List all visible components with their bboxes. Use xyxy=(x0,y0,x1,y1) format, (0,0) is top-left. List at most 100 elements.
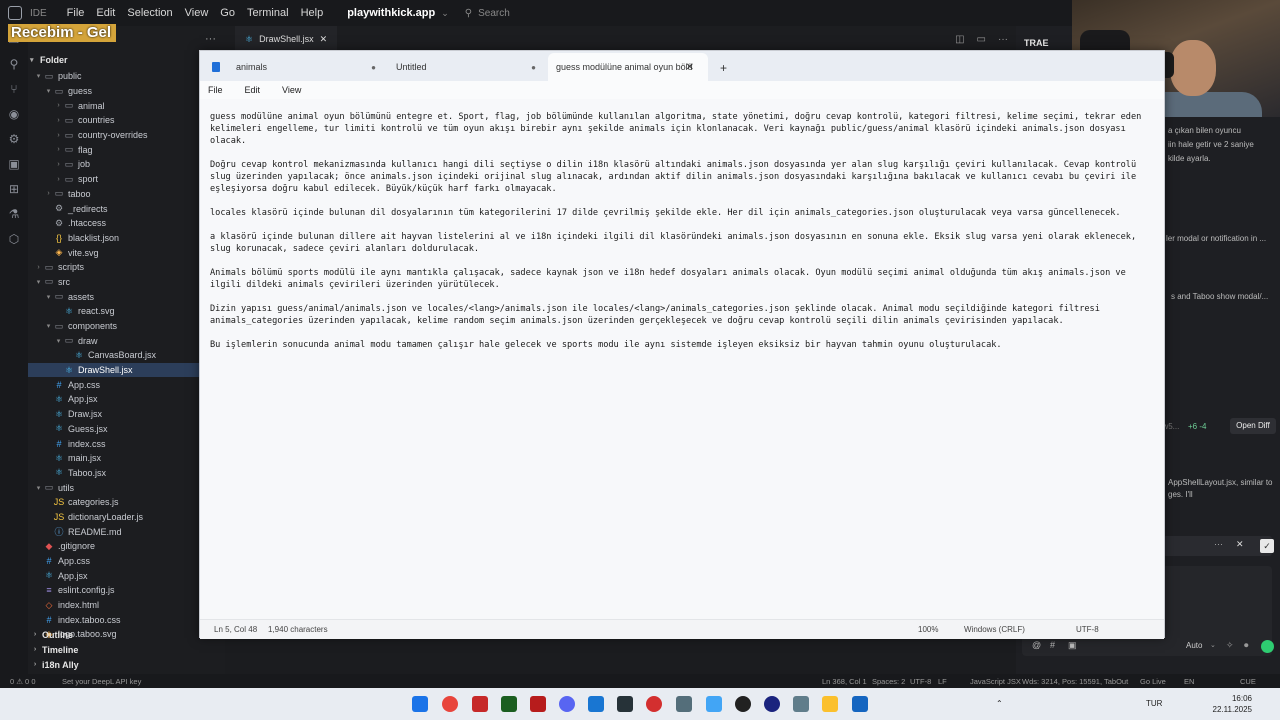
split-editor-icon[interactable]: ◫ xyxy=(955,34,964,45)
testing-icon[interactable]: ⚗ xyxy=(0,201,28,226)
remote-icon[interactable]: ▣ xyxy=(0,151,28,176)
microphone-icon[interactable]: ⏺ xyxy=(1244,640,1249,651)
menu-terminal[interactable]: Terminal xyxy=(241,7,295,19)
i18n-panel-header[interactable]: › i18n Ally xyxy=(28,657,225,672)
tree-folder[interactable]: ▾ ▭ draw xyxy=(28,333,225,348)
outline-panel-header[interactable]: › Outline xyxy=(28,627,225,642)
mail-icon[interactable] xyxy=(706,696,722,712)
tree-folder[interactable]: › ▭ taboo xyxy=(28,187,225,202)
tree-file[interactable]: {} blacklist.json xyxy=(28,231,225,246)
notepad-tab-untitled[interactable]: Untitled ● xyxy=(388,53,548,81)
menu-file[interactable]: File xyxy=(61,7,91,19)
vscode-icon[interactable] xyxy=(588,696,604,712)
vivaldi-icon[interactable] xyxy=(472,696,488,712)
problems-count[interactable]: 0 ⚠ 0 0 xyxy=(10,677,36,686)
workspace-folder-header[interactable]: ▾ Folder xyxy=(28,51,225,69)
settings-icon[interactable]: ⚙ xyxy=(0,126,28,151)
obs-icon[interactable] xyxy=(735,696,751,712)
model-select[interactable]: Auto xyxy=(1186,641,1202,650)
tree-file[interactable]: # index.taboo.css xyxy=(28,612,225,627)
tree-file[interactable]: JS dictionaryLoader.js xyxy=(28,510,225,525)
layout-icon[interactable]: ▭ xyxy=(977,34,986,45)
tree-folder[interactable]: ▾ ▭ components xyxy=(28,319,225,334)
notepad-menu-file[interactable]: File xyxy=(208,85,223,95)
record-icon[interactable] xyxy=(646,696,662,712)
menu-selection[interactable]: Selection xyxy=(121,7,178,19)
notepad-menu-view[interactable]: View xyxy=(282,85,301,95)
mention-icon[interactable]: @ xyxy=(1032,640,1041,650)
debug-icon[interactable]: ◉ xyxy=(0,101,28,126)
editor-tab-drawshell[interactable]: ⚛ DrawShell.jsx ✕ xyxy=(235,26,338,52)
command-search[interactable]: ⚲ Search xyxy=(465,8,510,19)
tree-folder[interactable]: › ▭ job xyxy=(28,157,225,172)
tree-folder[interactable]: ▾ ▭ src xyxy=(28,275,225,290)
notepad-icon[interactable] xyxy=(852,696,868,712)
tree-folder[interactable]: ▾ ▭ assets xyxy=(28,289,225,304)
cursor-position[interactable]: Ln 368, Col 1 xyxy=(822,677,867,686)
tree-file[interactable]: ⚛ DrawShell.jsx xyxy=(28,362,225,378)
line-ending[interactable]: Windows (CRLF) xyxy=(964,625,1025,634)
tree-file[interactable]: ⚛ react.svg xyxy=(28,304,225,319)
steam-icon[interactable] xyxy=(764,696,780,712)
language-indicator[interactable]: EN xyxy=(1184,677,1194,686)
sparkle-icon[interactable]: ✧ xyxy=(1226,640,1234,651)
language-mode[interactable]: JavaScript JSX xyxy=(970,677,1021,686)
tree-file[interactable]: ⚛ CanvasBoard.jsx xyxy=(28,348,225,363)
hash-icon[interactable]: # xyxy=(1050,640,1055,650)
tree-folder[interactable]: › ▭ animal xyxy=(28,98,225,113)
tree-file[interactable]: ≡ eslint.config.js xyxy=(28,583,225,598)
tree-file[interactable]: # App.css xyxy=(28,377,225,392)
notepad-tab-animals[interactable]: animals ● xyxy=(200,53,388,81)
zoom-level[interactable]: 100% xyxy=(918,625,938,634)
line-ending[interactable]: LF xyxy=(938,677,947,686)
file-explorer-icon[interactable] xyxy=(822,696,838,712)
filezilla-icon[interactable] xyxy=(530,696,546,712)
tree-file[interactable]: ⚛ Taboo.jsx xyxy=(28,466,225,481)
tree-folder[interactable]: › ▭ flag xyxy=(28,142,225,157)
close-icon[interactable]: ✕ xyxy=(1236,539,1244,550)
tree-file[interactable]: ⚛ App.jsx xyxy=(28,392,225,407)
tree-file[interactable]: ⚛ main.jsx xyxy=(28,451,225,466)
docker-icon[interactable]: ⬡ xyxy=(0,226,28,251)
go-live-button[interactable]: Go Live xyxy=(1140,677,1166,686)
chevron-down-icon[interactable]: ⌄ xyxy=(441,8,449,19)
tree-file[interactable]: ◇ index.html xyxy=(28,598,225,613)
more-icon[interactable]: ··· xyxy=(205,33,235,45)
app-icon[interactable] xyxy=(793,696,809,712)
notepad-text-area[interactable]: guess modülüne animal oyun bölümünü ente… xyxy=(210,111,1160,363)
menu-help[interactable]: Help xyxy=(295,7,330,19)
open-diff-button[interactable]: Open Diff xyxy=(1230,418,1276,434)
terminal-icon[interactable] xyxy=(501,696,517,712)
encoding[interactable]: UTF-8 xyxy=(1076,625,1099,634)
discord-icon[interactable] xyxy=(559,696,575,712)
timeline-panel-header[interactable]: › Timeline xyxy=(28,642,225,657)
menu-edit[interactable]: Edit xyxy=(90,7,121,19)
tree-folder[interactable]: ▾ ▭ guess xyxy=(28,84,225,99)
accept-button[interactable]: ✓ xyxy=(1260,539,1274,553)
tree-folder[interactable]: › ▭ scripts xyxy=(28,260,225,275)
tree-file[interactable]: ⚛ Guess.jsx xyxy=(28,422,225,437)
unity-icon[interactable] xyxy=(617,696,633,712)
tree-folder[interactable]: › ▭ countries xyxy=(28,113,225,128)
tree-folder[interactable]: ▾ ▭ public xyxy=(28,69,225,84)
more-icon[interactable]: ··· xyxy=(1214,539,1223,549)
windows-start-icon[interactable] xyxy=(412,696,428,712)
cue-indicator[interactable]: CUE xyxy=(1240,677,1256,686)
extensions-icon[interactable]: ⊞ xyxy=(0,176,28,201)
encoding[interactable]: UTF-8 xyxy=(910,677,931,686)
tree-file[interactable]: ⚙ _redirects xyxy=(28,201,225,216)
search-icon[interactable]: ⚲ xyxy=(0,51,28,76)
send-button[interactable] xyxy=(1261,640,1274,653)
app-icon[interactable] xyxy=(676,696,692,712)
tree-file[interactable]: ⚛ App.jsx xyxy=(28,568,225,583)
tree-folder[interactable]: › ▭ country-overrides xyxy=(28,128,225,143)
tree-file[interactable]: ⚛ Draw.jsx xyxy=(28,407,225,422)
chrome-icon[interactable] xyxy=(442,696,458,712)
system-clock[interactable]: 16:06 22.11.2025 xyxy=(1212,693,1252,715)
close-icon[interactable]: ✕ xyxy=(686,62,694,73)
tree-file[interactable]: # App.css xyxy=(28,554,225,569)
menu-view[interactable]: View xyxy=(179,7,215,19)
tree-file[interactable]: # index.css xyxy=(28,436,225,451)
notepad-tab-active[interactable]: guess modülüne animal oyun bölü ✕ xyxy=(548,53,708,81)
image-icon[interactable]: ▣ xyxy=(1068,640,1077,651)
